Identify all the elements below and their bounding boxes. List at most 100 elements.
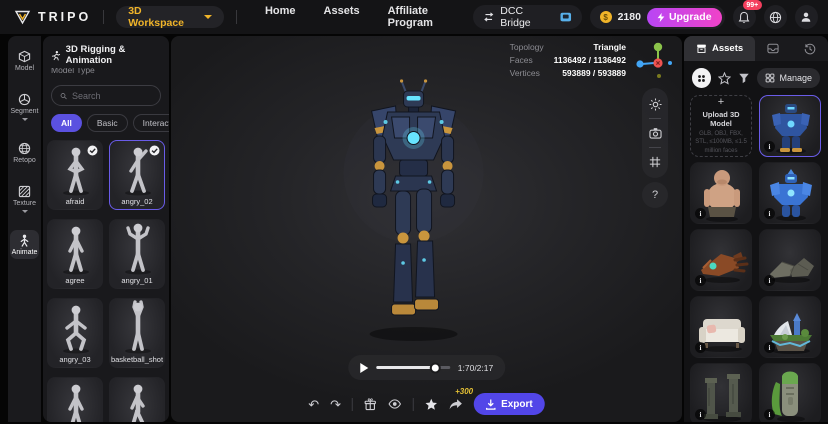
download-icon (486, 399, 496, 410)
model-type-row: Model Type (43, 68, 169, 78)
asset-card-island[interactable]: i (759, 296, 821, 358)
gift-button[interactable] (364, 397, 377, 411)
screenshot-button[interactable] (647, 125, 663, 141)
search-input[interactable] (72, 90, 152, 101)
app-window: TRIPO 3D Workspace Home Assets Affiliate P… (0, 0, 828, 424)
asset-card-rocks[interactable]: i (759, 229, 821, 291)
frame-grid-icon (649, 156, 661, 168)
asset-card-pillars[interactable]: i (690, 363, 752, 422)
star-icon (718, 71, 732, 85)
animation-card[interactable]: afraid (47, 140, 103, 210)
running-person-icon (51, 50, 61, 60)
account-button[interactable] (794, 5, 818, 29)
inbox-icon (767, 43, 779, 54)
animation-card[interactable] (109, 377, 165, 422)
info-icon[interactable]: i (764, 141, 775, 152)
info-icon[interactable]: i (764, 342, 775, 353)
animation-card[interactable]: angry_01 (109, 219, 165, 289)
help-button[interactable]: ? (642, 182, 668, 208)
main-nav: Home Assets Affiliate Program (265, 5, 473, 29)
info-icon[interactable]: i (764, 409, 775, 420)
mannequin-flex-icon (110, 220, 164, 276)
tab-basic[interactable]: Basic (86, 114, 128, 132)
favorites-filter-button[interactable] (718, 71, 732, 85)
sidebar-item-texture[interactable]: Texture (10, 181, 39, 216)
monitor-icon (560, 12, 572, 21)
animation-card[interactable]: angry_02 (109, 140, 165, 210)
animation-card[interactable] (47, 377, 103, 422)
rigging-animation-panel: 3D Rigging & Animation Model Type AllBas… (43, 36, 169, 422)
asset-card-robot2[interactable]: i (759, 162, 821, 224)
manage-button[interactable]: Manage (757, 68, 820, 88)
filter-tabs: AllBasicInteractive (51, 114, 169, 132)
texture-icon (18, 185, 31, 198)
undo-button[interactable]: ↶ (308, 398, 319, 411)
viewport-canvas[interactable]: Topology Triangle Faces 1136492 / 1136492 Ve… (171, 36, 682, 422)
animation-card[interactable]: angry_03 (47, 298, 103, 368)
animation-card[interactable]: basketball_shot (109, 298, 165, 368)
asset-card-moai[interactable]: i (759, 363, 821, 422)
upgrade-button[interactable]: Upgrade (646, 7, 722, 27)
asset-card-gauntlet[interactable]: i (690, 229, 752, 291)
dcc-bridge-button[interactable]: DCC Bridge (472, 5, 582, 29)
tab-history[interactable] (792, 36, 828, 61)
grid-view-button[interactable] (647, 154, 663, 170)
animation-grid: afraid angry_02 agree angry_01 angry_03 baske… (43, 132, 169, 422)
nav-item-home[interactable]: Home (265, 5, 296, 29)
export-button[interactable]: Export (474, 393, 545, 415)
redo-button[interactable]: ↷ (330, 398, 341, 411)
sidebar-item-animate[interactable]: Animate (10, 230, 39, 259)
asset-card-robot[interactable]: i (759, 95, 821, 157)
notification-badge: 99+ (742, 0, 762, 10)
sun-icon (648, 97, 662, 111)
tab-all[interactable]: All (51, 114, 82, 132)
archive-box-icon (697, 44, 706, 53)
info-icon[interactable]: i (764, 275, 775, 286)
search-icon (60, 92, 67, 99)
info-icon[interactable]: i (695, 342, 706, 353)
tab-assets-label: Assets (712, 43, 744, 54)
play-button[interactable] (359, 362, 368, 373)
info-icon[interactable]: i (695, 208, 706, 219)
tab-interactive[interactable]: Interactive (132, 114, 169, 132)
playback-bar: 1:70/2:17 (347, 355, 506, 380)
tab-assets[interactable]: Assets (684, 36, 756, 61)
chevron-down-icon (21, 210, 28, 213)
sidebar-item-retopo[interactable]: Retopo (10, 138, 39, 167)
mannequin-stand-icon (48, 378, 102, 422)
timeline-slider[interactable] (375, 362, 450, 373)
animation-name: afraid (65, 197, 85, 206)
mannequin-crouch-icon (48, 299, 102, 355)
animation-card[interactable]: agree (47, 219, 103, 289)
question-mark-icon: ? (651, 189, 659, 201)
sidebar-item-segment[interactable]: Segment (10, 89, 39, 124)
credits-upgrade-group: $ 2180 Upgrade (589, 5, 725, 29)
preview-button[interactable] (388, 398, 402, 410)
info-icon[interactable]: i (695, 275, 706, 286)
info-icon[interactable]: i (764, 208, 775, 219)
nav-item-assets[interactable]: Assets (324, 5, 360, 29)
asset-card-sofa[interactable]: i (690, 296, 752, 358)
upload-model-card[interactable]: + Upload 3D Model GLB, OBJ, FBX, STL, ≤1… (690, 95, 752, 157)
timeline-handle[interactable] (429, 362, 441, 373)
favorite-button[interactable] (425, 398, 438, 411)
tripo-logo-icon (14, 10, 31, 25)
share-button[interactable]: +300 (449, 387, 473, 411)
filter-button[interactable] (738, 72, 750, 84)
sidebar-item-label: Model (14, 65, 35, 72)
search-box[interactable] (51, 85, 161, 106)
environment-light-button[interactable] (647, 96, 663, 112)
info-icon[interactable]: i (695, 409, 706, 420)
sidebar-item-model[interactable]: Model (10, 46, 39, 75)
stat-label: Topology (509, 42, 544, 52)
nav-item-affiliate-program[interactable]: Affiliate Program (388, 5, 473, 29)
asset-card-ogre[interactable]: i (690, 162, 752, 224)
brand-logo[interactable]: TRIPO (14, 9, 91, 25)
tab-inbox[interactable] (755, 36, 791, 61)
language-button[interactable] (763, 5, 787, 29)
grid-view-toggle[interactable] (692, 68, 712, 88)
axis-gizmo[interactable] (632, 40, 674, 82)
retopo-icon (18, 142, 31, 155)
workspace-switcher[interactable]: 3D Workspace (116, 5, 224, 29)
notifications-button[interactable]: 99+ (732, 0, 762, 29)
